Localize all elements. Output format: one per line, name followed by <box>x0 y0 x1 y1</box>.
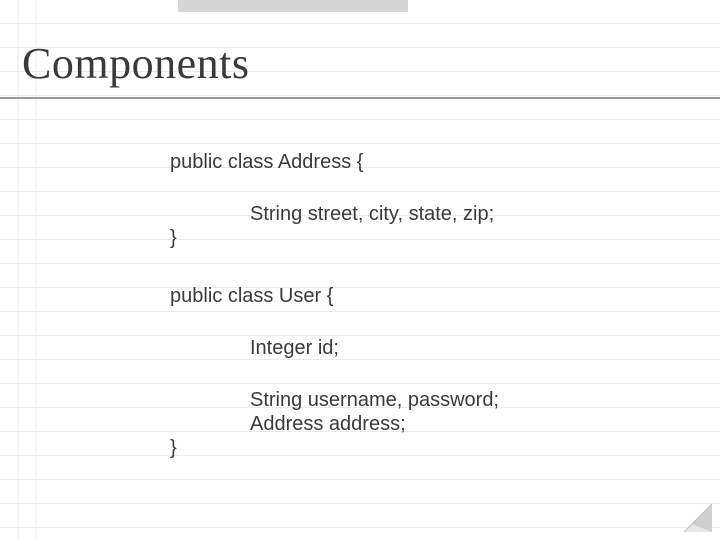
code-line: String street, city, state, zip; <box>170 202 690 226</box>
code-line: } <box>170 226 690 250</box>
code-line: public class User { <box>170 284 690 308</box>
code-line: Address address; <box>170 412 690 436</box>
slide-title: Components <box>22 38 249 89</box>
code-line: public class Address { <box>170 150 690 174</box>
top-accent-bar <box>178 0 408 12</box>
code-line: } <box>170 436 690 460</box>
code-line: String username, password; <box>170 388 690 412</box>
code-line: Integer id; <box>170 336 690 360</box>
code-block: public class Address { String street, ci… <box>170 150 690 460</box>
page-curl-icon <box>684 504 712 532</box>
